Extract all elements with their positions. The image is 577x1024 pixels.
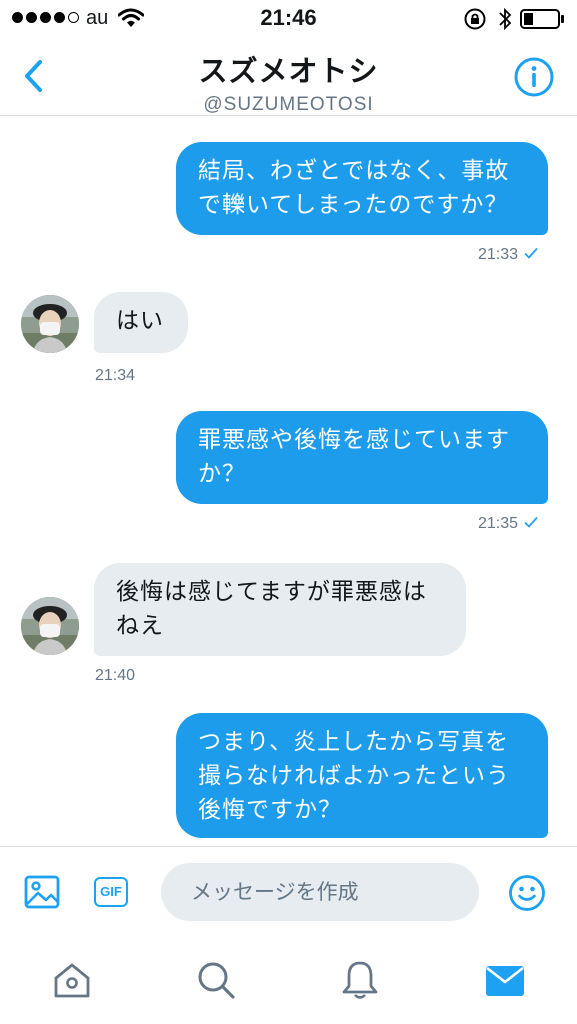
status-bar: au 21:46 bbox=[0, 0, 577, 38]
read-check-icon bbox=[524, 246, 538, 264]
message-timestamp: 21:35 bbox=[478, 515, 538, 533]
gif-button[interactable]: GIF bbox=[94, 877, 128, 907]
emoji-button[interactable] bbox=[508, 874, 546, 916]
notifications-icon bbox=[338, 961, 382, 1006]
bluetooth-icon bbox=[498, 7, 512, 35]
contact-handle: @SUZUMEOTOSI bbox=[203, 94, 374, 115]
add-photo-button[interactable] bbox=[24, 875, 60, 913]
read-check-icon bbox=[524, 515, 538, 533]
incoming-message-bubble[interactable]: はい bbox=[94, 292, 188, 353]
message-text: 後悔は感じてますが罪悪感は ねえ bbox=[116, 579, 427, 639]
search-icon bbox=[194, 962, 238, 1006]
outgoing-message-bubble[interactable]: つまり、炎上したから写真を 撮らなければよかったという 後悔ですか？ bbox=[176, 713, 548, 838]
compose-bar: GIF bbox=[0, 846, 577, 938]
outgoing-message-bubble[interactable]: 罪悪感や後悔を感じています か？ bbox=[176, 411, 548, 504]
message-text: はい bbox=[116, 308, 164, 334]
rotation-lock-icon bbox=[463, 8, 487, 34]
tab-messages[interactable] bbox=[483, 958, 527, 1002]
status-time: 21:46 bbox=[260, 5, 317, 30]
messages-icon bbox=[483, 966, 527, 1006]
tab-search[interactable] bbox=[194, 958, 238, 1002]
incoming-message-bubble[interactable]: 後悔は感じてますが罪悪感は ねえ bbox=[94, 563, 466, 656]
contact-avatar[interactable] bbox=[21, 597, 79, 655]
message-text: 結局、わざとではなく、事故 で轢いてしまったのですか？ bbox=[198, 158, 510, 218]
outgoing-message-bubble[interactable]: 結局、わざとではなく、事故 で轢いてしまったのですか？ bbox=[176, 142, 548, 235]
tab-home[interactable] bbox=[50, 958, 94, 1002]
message-text: 罪悪感や後悔を感じています か？ bbox=[198, 427, 510, 487]
message-timestamp: 21:40 bbox=[95, 667, 136, 684]
info-icon bbox=[513, 57, 555, 102]
message-compose-input[interactable] bbox=[161, 863, 479, 921]
smiley-icon bbox=[508, 875, 546, 916]
message-timestamp: 21:33 bbox=[478, 246, 538, 264]
message-timestamp: 21:34 bbox=[95, 367, 136, 384]
message-list[interactable]: 結局、わざとではなく、事故 で轢いてしまったのですか？ 21:33 はい 21:… bbox=[0, 117, 577, 845]
home-icon bbox=[50, 963, 94, 1006]
tab-bar bbox=[0, 938, 577, 1024]
contact-name: スズメオトシ bbox=[198, 54, 379, 88]
message-text: つまり、炎上したから写真を 撮らなければよかったという 後悔ですか？ bbox=[198, 729, 510, 823]
conversation-info-button[interactable] bbox=[513, 56, 555, 98]
conversation-header: スズメオトシ @SUZUMEOTOSI bbox=[0, 38, 577, 116]
conversation-title[interactable]: スズメオトシ @SUZUMEOTOSI bbox=[0, 48, 577, 116]
tab-notifications[interactable] bbox=[338, 958, 382, 1002]
contact-avatar[interactable] bbox=[21, 295, 79, 353]
battery-icon bbox=[520, 9, 566, 33]
image-icon bbox=[24, 875, 60, 913]
